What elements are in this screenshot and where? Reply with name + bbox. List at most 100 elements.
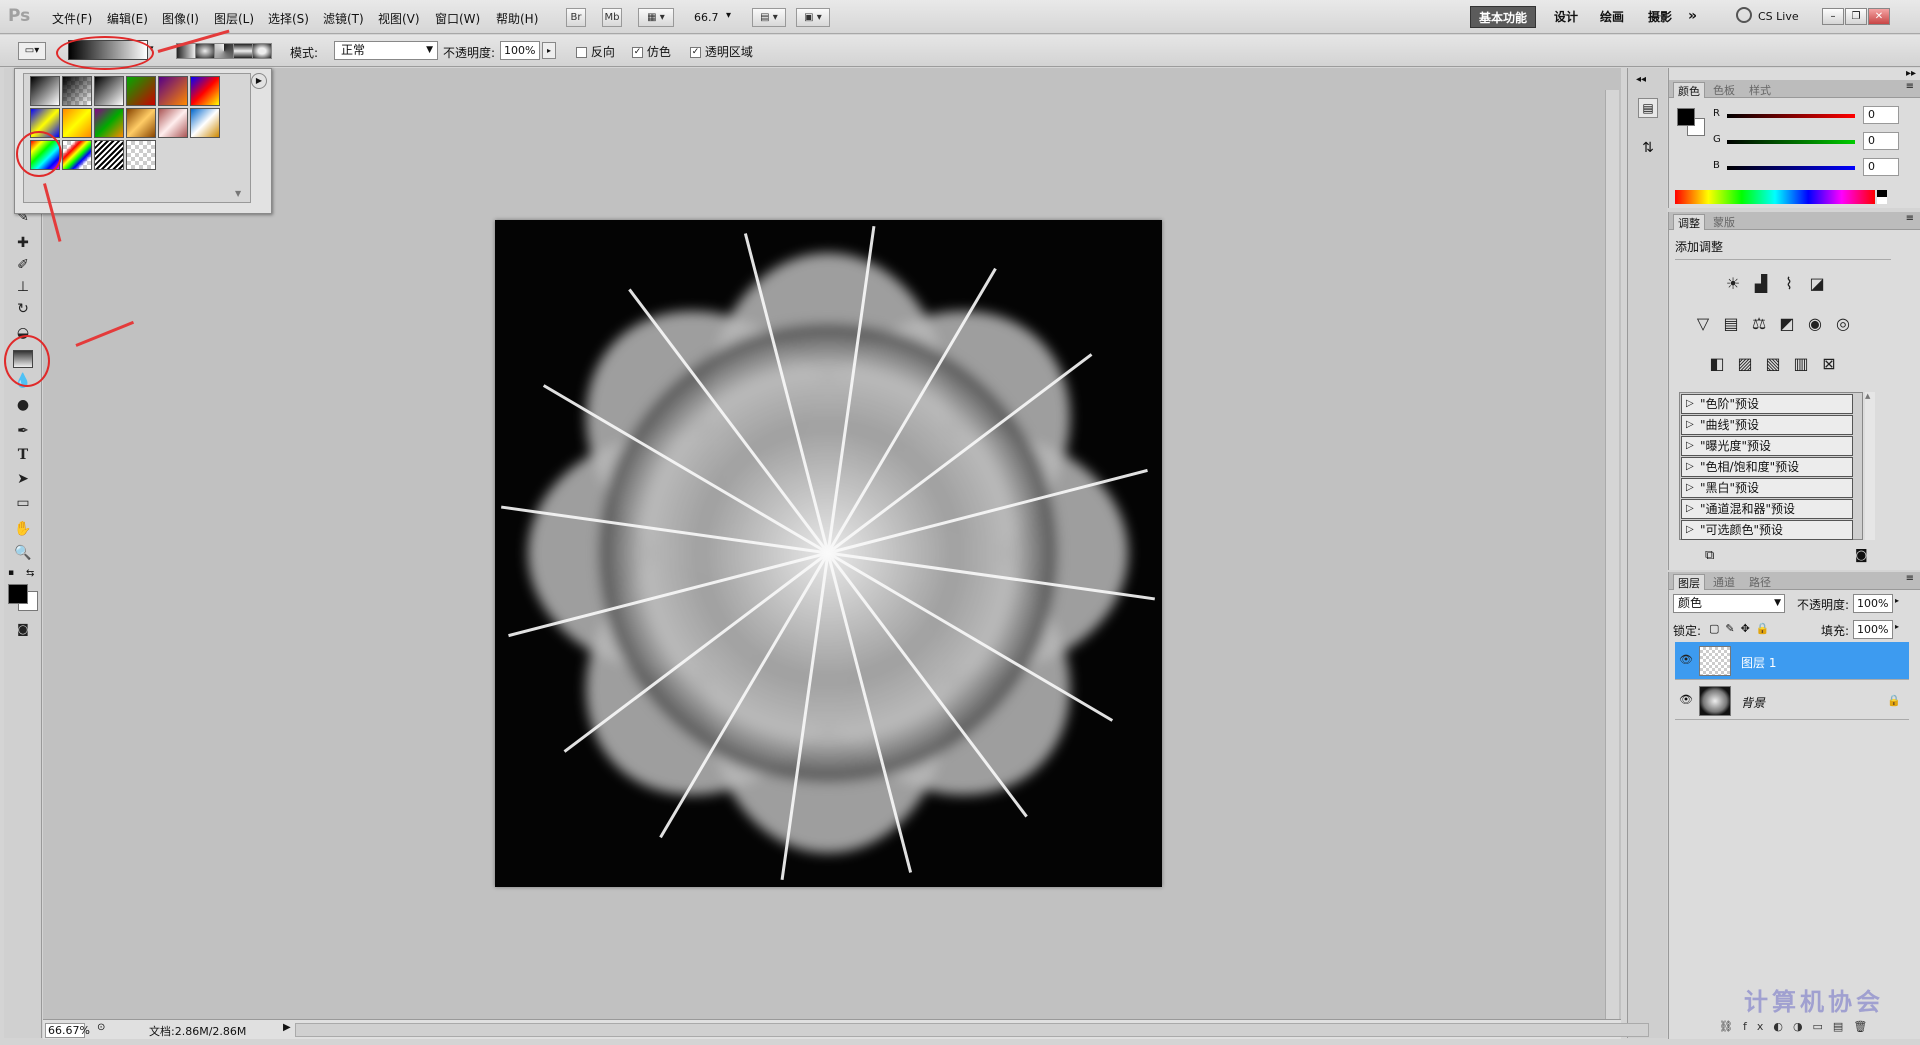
gradient-swatch-orange-yellow[interactable] <box>62 108 92 138</box>
dodge-tool-icon[interactable]: ● <box>13 396 33 414</box>
panel-menu-icon[interactable]: ≡ <box>1906 213 1914 224</box>
preset-curves[interactable]: "曲线"预设 <box>1681 415 1853 435</box>
b-slider[interactable] <box>1727 166 1855 170</box>
preset-black-white[interactable]: "黑白"预设 <box>1681 478 1853 498</box>
preset-exposure[interactable]: "曝光度"预设 <box>1681 436 1853 456</box>
foreground-color-chip[interactable] <box>1677 108 1695 126</box>
diamond-gradient-button[interactable] <box>253 44 271 58</box>
gradient-swatch-chrome[interactable] <box>158 108 188 138</box>
tab-channels[interactable]: 通道 <box>1709 574 1739 590</box>
menu-select[interactable]: 选择(S) <box>268 10 309 27</box>
clip-to-layer-icon[interactable]: ◙ <box>1855 548 1868 563</box>
preset-selective-color[interactable]: "可选颜色"预设 <box>1681 520 1853 540</box>
black-white-icon[interactable]: ◩ <box>1775 312 1799 336</box>
menu-image[interactable]: 图像(I) <box>162 10 199 27</box>
r-slider[interactable] <box>1727 114 1855 118</box>
quick-mask-icon[interactable]: ◙ <box>13 620 33 638</box>
color-spectrum-bar[interactable] <box>1675 190 1875 204</box>
tab-masks[interactable]: 蒙版 <box>1709 214 1739 230</box>
workspace-essentials[interactable]: 基本功能 <box>1470 6 1537 28</box>
gradient-swatch-black-white[interactable] <box>94 76 124 106</box>
close-button[interactable]: ✕ <box>1868 8 1890 25</box>
curves-icon[interactable]: ⌇ <box>1777 272 1801 296</box>
preset-channel-mixer[interactable]: "通道混和器"预设 <box>1681 499 1853 519</box>
layer-name[interactable]: 背景 <box>1741 694 1765 711</box>
visibility-eye-icon[interactable]: 👁 <box>1679 693 1693 706</box>
tool-preset-picker[interactable]: ▭▾ <box>18 42 46 60</box>
preset-hue-saturation[interactable]: "色相/饱和度"预设 <box>1681 457 1853 477</box>
document-image[interactable] <box>495 220 1162 887</box>
rectangle-tool-icon[interactable]: ▭ <box>13 494 33 512</box>
restore-button[interactable]: ❐ <box>1845 8 1867 25</box>
workspace-design[interactable]: 设计 <box>1546 6 1586 28</box>
picker-scroll-down-icon[interactable]: ▼ <box>235 189 241 198</box>
gradient-swatch-fg-bg[interactable] <box>30 76 60 106</box>
lock-icons[interactable]: ▢✎✥🔒 <box>1709 622 1776 635</box>
hand-tool-icon[interactable]: ✋ <box>13 520 33 538</box>
menu-filter[interactable]: 滤镜(T) <box>323 10 364 27</box>
mode-select[interactable]: 正常 ▼ <box>334 41 438 60</box>
picker-menu-arrow-icon[interactable]: ▶ <box>251 73 267 89</box>
gradient-swatch-transparent-rainbow[interactable] <box>62 140 92 170</box>
gradient-swatch-violet-orange[interactable] <box>158 76 188 106</box>
panel-menu-icon[interactable]: ≡ <box>1906 81 1914 92</box>
gradient-swatch-copper[interactable] <box>126 108 156 138</box>
vertical-scrollbar[interactable] <box>1605 90 1619 1020</box>
gradient-swatch-violet-green-orange[interactable] <box>94 108 124 138</box>
channel-mixer-icon[interactable]: ◎ <box>1831 312 1855 336</box>
menu-layer[interactable]: 图层(L) <box>214 10 254 27</box>
g-value-input[interactable]: 0 <box>1863 132 1899 150</box>
exposure-icon[interactable]: ◪ <box>1805 272 1829 296</box>
brightness-contrast-icon[interactable]: ☀ <box>1721 272 1745 296</box>
photo-filter-icon[interactable]: ◉ <box>1803 312 1827 336</box>
view-extras-button[interactable]: ▦ ▾ <box>638 8 674 27</box>
blend-mode-select[interactable]: 颜色 ▼ <box>1673 594 1785 613</box>
fill-input[interactable]: 100% <box>1853 620 1893 639</box>
mini-bridge-button[interactable]: Mb <box>602 8 622 27</box>
tab-swatches[interactable]: 色板 <box>1709 82 1739 98</box>
text-tool-icon[interactable]: T <box>13 446 33 464</box>
foreground-color-swatch[interactable] <box>8 584 28 604</box>
presets-scrollbar[interactable]: ▲ <box>1865 392 1875 540</box>
workspace-photography[interactable]: 摄影 <box>1640 6 1680 28</box>
menu-help[interactable]: 帮助(H) <box>496 10 538 27</box>
color-balance-icon[interactable]: ⚖ <box>1747 312 1771 336</box>
layer-name[interactable]: 图层 1 <box>1741 654 1776 671</box>
zoom-dropdown-icon[interactable]: ▾ <box>726 10 731 21</box>
panel-expand-icon[interactable]: ▸▸ <box>1906 68 1916 79</box>
b-value-input[interactable]: 0 <box>1863 158 1899 176</box>
horizontal-scrollbar[interactable] <box>295 1023 1649 1037</box>
radial-gradient-button[interactable] <box>196 44 215 58</box>
status-menu-arrow-icon[interactable]: ▶ <box>283 1022 291 1033</box>
selective-color-icon[interactable]: ⊠ <box>1817 352 1841 376</box>
adjustment-layer-icon[interactable]: ⧉ <box>1705 548 1714 563</box>
tab-adjustments[interactable]: 调整 <box>1673 214 1705 230</box>
tab-paths[interactable]: 路径 <box>1745 574 1775 590</box>
gradient-swatch-red-green[interactable] <box>126 76 156 106</box>
opacity-slider-icon[interactable]: ▸ <box>542 42 556 59</box>
reflected-gradient-button[interactable] <box>234 44 253 58</box>
hue-saturation-icon[interactable]: ▤ <box>1719 312 1743 336</box>
gradient-swatch-chrome-2[interactable] <box>190 108 220 138</box>
workspace-painting[interactable]: 绘画 <box>1592 6 1632 28</box>
screen-mode-button[interactable]: ▣ ▾ <box>796 8 830 27</box>
gradient-swatch-fg-transparent[interactable] <box>62 76 92 106</box>
default-colors-icon[interactable]: ▪ <box>8 568 14 578</box>
clone-stamp-tool-icon[interactable]: ⊥ <box>13 278 33 296</box>
menu-view[interactable]: 视图(V) <box>378 10 420 27</box>
opacity-input[interactable]: 100% <box>500 41 540 60</box>
layer-opacity-slider-icon[interactable]: ▸ <box>1895 596 1899 605</box>
path-selection-tool-icon[interactable]: ➤ <box>13 470 33 488</box>
cs-live-button[interactable]: CS Live <box>1758 10 1799 23</box>
tab-styles[interactable]: 样式 <box>1745 82 1775 98</box>
layer-row-layer1[interactable]: 👁 图层 1 <box>1675 642 1909 680</box>
bridge-button[interactable]: Br <box>566 8 586 27</box>
arrange-documents-button[interactable]: ▤ ▾ <box>752 8 786 27</box>
more-workspaces-icon[interactable]: » <box>1688 8 1697 24</box>
pen-tool-icon[interactable]: ✒ <box>13 422 33 440</box>
tab-color[interactable]: 颜色 <box>1673 82 1705 98</box>
swap-colors-icon[interactable]: ⇆ <box>26 568 34 579</box>
angle-gradient-button[interactable] <box>215 44 234 58</box>
gradient-swatch-transparent-stripes[interactable] <box>94 140 124 170</box>
healing-brush-tool-icon[interactable]: ✚ <box>13 234 33 252</box>
